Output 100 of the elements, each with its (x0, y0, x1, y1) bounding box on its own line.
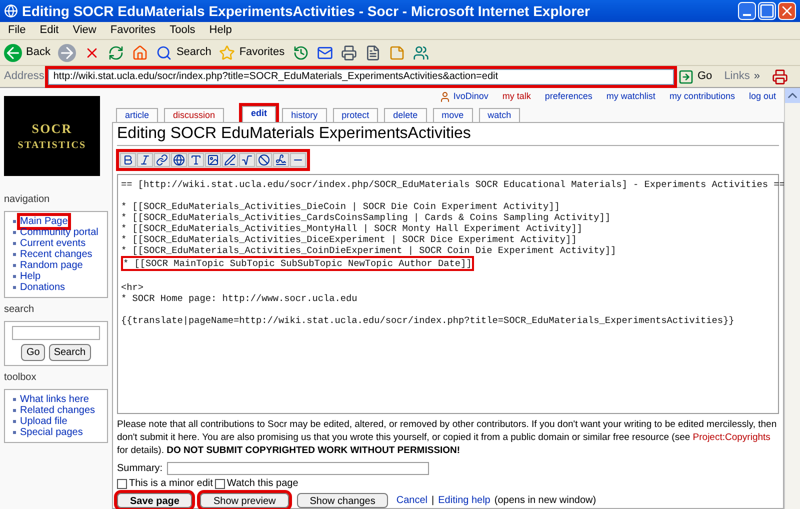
code-line: {{translate|pageName=http://wiki.stat.ucla.edu/socr/index.php?title=SOCR_EduMaterials_ExperimentsActivities}} (121, 315, 734, 326)
user-link[interactable]: my contributions (669, 90, 735, 104)
page-heading: Editing SOCR EduMaterials ExperimentsActivities (117, 123, 779, 146)
menu-item[interactable]: Favorites (110, 22, 156, 39)
history-icon[interactable] (292, 44, 309, 60)
type-icon[interactable] (188, 153, 204, 167)
radical-icon[interactable] (239, 153, 255, 167)
sidebar-link[interactable]: Special pages (20, 427, 83, 438)
user-link[interactable]: log out (748, 90, 776, 104)
links-label[interactable]: Links (724, 68, 750, 85)
image-icon[interactable] (205, 153, 221, 167)
go-button[interactable]: Go (678, 68, 712, 85)
code-line: * [[SOCR_EduMaterials_Activities_DieCoin | SOCR Die Coin Experiment Activity]] (121, 201, 560, 212)
code-line: * [[SOCR_EduMaterials_Activities_CoinDieExperiment | SOCR Coin Die Experiment Activity]] (121, 245, 616, 256)
menu-item[interactable]: View (72, 22, 96, 39)
maximize-icon (759, 3, 775, 19)
page-tab[interactable]: watch (478, 108, 520, 122)
bullet-icon (13, 231, 16, 234)
form-button[interactable]: Save page (117, 493, 192, 508)
logo[interactable]: SOCR STATISTICS (4, 96, 100, 176)
sidebar-link[interactable]: Related changes (20, 405, 96, 416)
summary-label: Summary: (117, 462, 163, 476)
user-link[interactable]: IvoDinov (439, 90, 488, 104)
user-link[interactable]: preferences (544, 90, 592, 104)
scrollbar[interactable] (784, 88, 800, 509)
minimize-button[interactable] (738, 2, 756, 20)
forward-icon[interactable] (58, 44, 76, 62)
bullet-icon (13, 253, 16, 256)
sidebar-link[interactable]: Community portal (20, 227, 98, 238)
page-tab[interactable]: move (432, 108, 473, 122)
checkbox[interactable] (214, 478, 225, 488)
italic-icon[interactable] (137, 153, 153, 167)
scroll-up-icon[interactable] (785, 88, 800, 103)
footer-text: (opens in new window) (494, 494, 596, 508)
signature-icon[interactable] (273, 153, 289, 167)
copyrights-link[interactable]: Project:Copyrights (692, 432, 770, 443)
home-icon[interactable] (132, 44, 148, 60)
menu-item[interactable]: File (8, 22, 26, 39)
footer-text: | (432, 494, 434, 508)
mail-icon[interactable] (316, 44, 333, 60)
code-line: <hr> (121, 282, 144, 293)
document-icon[interactable] (364, 44, 381, 60)
pen-icon[interactable] (222, 153, 238, 167)
bullet-icon (13, 420, 16, 423)
favorites-button[interactable]: Favorites (219, 44, 285, 61)
bold-icon[interactable] (120, 153, 136, 167)
sidebar-link[interactable]: Recent changes (20, 249, 92, 260)
sidebar-link[interactable]: Help (20, 271, 41, 282)
search-button[interactable]: Search (156, 44, 212, 61)
page-tab[interactable]: protect (332, 108, 378, 122)
user-link[interactable]: my watchlist (606, 90, 656, 104)
page-tab[interactable]: delete (384, 108, 427, 122)
footer-link[interactable]: Cancel (396, 493, 428, 508)
maximize-button[interactable] (758, 2, 776, 20)
page-tab[interactable]: history (282, 108, 327, 122)
sidebar-link[interactable]: Main Page (20, 216, 68, 227)
menu-item[interactable]: Tools (170, 22, 196, 39)
user-icon (439, 90, 452, 103)
menu-item[interactable]: Help (209, 22, 232, 39)
form-button[interactable]: Show changes (296, 493, 388, 508)
search-field[interactable] (12, 326, 100, 340)
sidebar-heading: toolbox (4, 371, 38, 385)
search-button[interactable]: Search (48, 344, 91, 361)
code-line: * [[SOCR_EduMaterials_Activities_DiceExperiment | SOCR Dice Experiment Activity]] (121, 234, 577, 245)
printer-icon[interactable] (340, 44, 357, 60)
search-button[interactable]: Go (21, 344, 45, 361)
no-sign-icon[interactable] (256, 153, 272, 167)
notice-text: Please note that all contributions to Socr may be edited, altered, or removed by other contributors. If you don't want your writing to be edited mercilessly, then don't submit it here. You are also promising us that you wrote this yourself, or copied it from a public domain or similar free resource (see Project:Copyrights for details). DO NOT SUBMIT COPYRIGHTED WORK WITHOUT PERMISSION! (117, 418, 778, 457)
search-icon (156, 44, 172, 60)
sidebar-link[interactable]: Donations (20, 282, 66, 293)
page-tab[interactable]: article (116, 108, 158, 122)
window-title: Editing SOCR EduMaterials ExperimentsActivities - Socr - Microsoft Internet Explorer (22, 2, 591, 21)
bullet-icon (13, 409, 16, 412)
checkbox[interactable] (117, 478, 127, 488)
code-line: * [[SOCR_EduMaterials_Activities_CardsCoinsSampling | Cards & Coins Sampling Activity]] (121, 212, 610, 223)
star-icon (219, 44, 236, 60)
more-chevron[interactable]: » (754, 68, 760, 85)
bullet-icon (13, 220, 16, 223)
address-url: http://wiki.stat.ucla.edu/socr/index.php?title=SOCR_EduMaterials_ExperimentsActivities&action=edit (53, 70, 498, 84)
back-button[interactable]: Back (4, 44, 50, 62)
bullet-icon (13, 431, 16, 434)
link-icon[interactable] (154, 153, 170, 167)
address-label: Address (4, 69, 44, 84)
footer-link[interactable]: Editing help (438, 493, 490, 508)
summary-field[interactable] (166, 462, 429, 475)
sidebar-link[interactable]: What links here (20, 394, 89, 405)
globe-icon[interactable] (171, 153, 187, 167)
page-tab[interactable]: discussion (164, 108, 224, 122)
toolbar-icon[interactable] (772, 68, 788, 84)
bullet-icon (13, 286, 16, 289)
user-link[interactable]: my talk (502, 90, 531, 104)
page-tab[interactable]: edit (242, 106, 276, 122)
sidebar-link[interactable]: Current events (20, 238, 86, 249)
people-icon[interactable] (412, 44, 429, 60)
menu-item[interactable]: Edit (40, 22, 59, 39)
sidebar-link[interactable]: Random page (20, 260, 83, 271)
refresh-icon[interactable] (108, 44, 124, 60)
sidebar-link[interactable]: Upload file (20, 416, 68, 427)
close-button[interactable] (778, 2, 796, 20)
form-button[interactable]: Show preview (200, 493, 289, 508)
